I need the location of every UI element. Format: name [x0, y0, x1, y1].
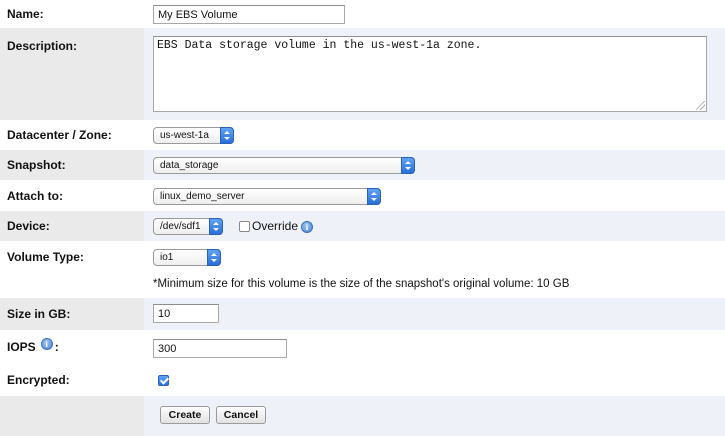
iops-label: IOPS [7, 340, 36, 354]
row-min-size-note: *Minimum size for this volume is the siz… [0, 273, 725, 298]
cancel-button[interactable]: Cancel [216, 406, 266, 424]
device-info-icon[interactable]: i [301, 221, 313, 233]
resize-grip-icon[interactable] [696, 101, 705, 110]
create-button[interactable]: Create [160, 406, 210, 424]
row-volume-type: Volume Type: io1 [0, 241, 725, 273]
row-datacenter: Datacenter / Zone: us-west-1a [0, 120, 725, 150]
override-checkbox[interactable] [239, 221, 250, 232]
snapshot-selected-value: data_storage [160, 160, 219, 171]
ebs-volume-form: Name: Description: EBS Data storage volu… [0, 0, 725, 436]
chevron-updown-icon [367, 188, 381, 205]
datacenter-select[interactable]: us-west-1a [153, 127, 234, 144]
chevron-updown-icon [207, 249, 221, 266]
encrypted-checkbox[interactable] [158, 375, 169, 386]
device-select[interactable]: /dev/sdf1 [153, 218, 223, 235]
row-description: Description: EBS Data storage volume in … [0, 28, 725, 120]
iops-label-cell: IOPS i : [0, 330, 144, 364]
device-selected-value: /dev/sdf1 [160, 221, 201, 232]
description-label: Description: [0, 28, 144, 120]
row-snapshot: Snapshot: data_storage [0, 150, 725, 180]
attach-to-select[interactable]: linux_demo_server [153, 188, 381, 205]
chevron-updown-icon [220, 127, 234, 144]
volume-type-label: Volume Type: [0, 241, 144, 273]
iops-info-icon[interactable]: i [40, 338, 53, 350]
snapshot-select[interactable]: data_storage [153, 157, 415, 174]
row-device: Device: /dev/sdf1 Override i [0, 211, 725, 241]
attach-to-label: Attach to: [0, 180, 144, 211]
attach-to-selected-value: linux_demo_server [160, 191, 245, 202]
row-actions: Create Cancel [0, 396, 725, 436]
volume-type-selected-value: io1 [160, 252, 174, 263]
size-input[interactable] [153, 304, 219, 323]
device-label: Device: [0, 211, 144, 241]
description-textarea[interactable]: EBS Data storage volume in the us-west-1… [153, 36, 707, 112]
iops-label-colon: : [54, 340, 59, 354]
row-name: Name: [0, 0, 725, 28]
row-iops: IOPS i : [0, 330, 725, 364]
row-attach-to: Attach to: linux_demo_server [0, 180, 725, 211]
chevron-updown-icon [401, 157, 415, 174]
datacenter-selected-value: us-west-1a [160, 130, 209, 141]
encrypted-label: Encrypted: [0, 364, 144, 396]
size-label: Size in GB: [0, 298, 144, 330]
override-label[interactable]: Override [252, 219, 298, 233]
snapshot-label: Snapshot: [0, 150, 144, 180]
min-size-note: *Minimum size for this volume is the siz… [153, 278, 570, 290]
row-size: Size in GB: [0, 298, 725, 330]
volume-type-select[interactable]: io1 [153, 249, 221, 266]
chevron-updown-icon [209, 218, 223, 235]
name-label: Name: [0, 0, 144, 28]
row-encrypted: Encrypted: [0, 364, 725, 396]
iops-input[interactable] [153, 339, 287, 358]
name-input[interactable] [153, 5, 345, 24]
datacenter-label: Datacenter / Zone: [0, 120, 144, 150]
